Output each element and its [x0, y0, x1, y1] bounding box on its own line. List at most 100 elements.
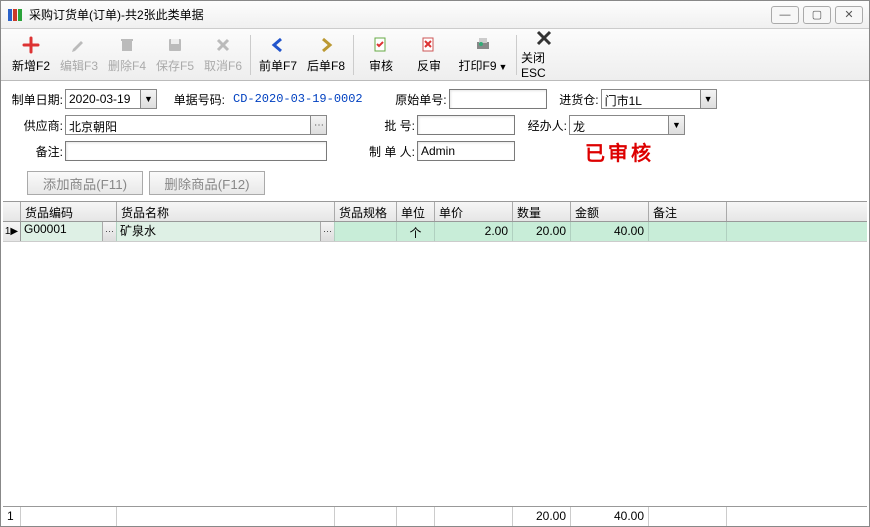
items-grid: 货品编码货品名称货品规格单位单价数量金额备注 1▶ G00001⋯ 矿泉水⋯ 个…	[3, 201, 867, 526]
ellipsis-icon[interactable]: ⋯	[102, 222, 116, 241]
plus-icon	[21, 35, 41, 55]
maximize-button[interactable]: ▢	[803, 6, 831, 24]
supplier-lookup[interactable]: 北京朝阳 ⋯	[65, 115, 327, 135]
docno-value: CD-2020-03-19-0002	[233, 92, 363, 106]
close-icon	[534, 29, 554, 47]
print-label: 打印F9▼	[459, 57, 508, 74]
delete-button[interactable]: 删除F4	[103, 31, 151, 79]
date-label: 制单日期:	[11, 91, 63, 108]
col-code[interactable]: 货品编码	[21, 202, 117, 221]
col-unit[interactable]: 单位	[397, 202, 435, 221]
cancel-icon	[213, 35, 233, 55]
chevron-down-icon[interactable]: ▼	[140, 90, 156, 108]
operator-label: 经办人:	[523, 117, 567, 134]
remark-input[interactable]	[65, 141, 327, 161]
app-icon	[7, 7, 23, 23]
delete-item-button[interactable]: 删除商品(F12)	[149, 171, 265, 195]
close-button-toolbar[interactable]: 关闭ESC	[520, 31, 568, 79]
print-button[interactable]: 打印F9▼	[453, 31, 513, 79]
cell-remark[interactable]	[649, 222, 727, 241]
row-indicator-icon: 1▶	[3, 222, 21, 241]
footer-amount: 40.00	[571, 507, 649, 526]
unaudit-button[interactable]: 反审	[405, 31, 453, 79]
cell-code[interactable]: G00001⋯	[21, 222, 117, 241]
table-row[interactable]: 1▶ G00001⋯ 矿泉水⋯ 个 2.00 20.00 40.00	[3, 222, 867, 242]
cancel-label: 取消F6	[204, 57, 242, 74]
prev-button[interactable]: 前单F7	[254, 31, 302, 79]
grid-header: 货品编码货品名称货品规格单位单价数量金额备注	[3, 202, 867, 222]
titlebar: 采购订货单(订单)-共2张此类单据 — ▢ ✕	[1, 1, 869, 29]
operator-combo[interactable]: 龙 ▼	[569, 115, 685, 135]
delete-icon	[117, 35, 137, 55]
audit-stamp: 已审核	[585, 137, 654, 166]
edit-label: 编辑F3	[60, 57, 98, 74]
next-label: 后单F8	[307, 57, 345, 74]
toolbar: 新增F2 编辑F3 删除F4 保存F5 取消F6 前单F7 后单F8	[1, 29, 869, 81]
warehouse-label: 进货仓:	[555, 91, 599, 108]
ellipsis-icon[interactable]: ⋯	[320, 222, 334, 241]
toolbar-separator	[516, 35, 517, 75]
col-remark[interactable]: 备注	[649, 202, 727, 221]
grid-body[interactable]: 1▶ G00001⋯ 矿泉水⋯ 个 2.00 20.00 40.00	[3, 222, 867, 506]
col-spec[interactable]: 货品规格	[335, 202, 397, 221]
chevron-down-icon[interactable]: ▼	[700, 90, 716, 108]
batch-input[interactable]	[417, 115, 515, 135]
operator-value: 龙	[570, 116, 668, 134]
print-icon	[473, 35, 493, 55]
unaudit-icon	[419, 35, 439, 55]
delete-label: 删除F4	[108, 57, 146, 74]
orig-label: 原始单号:	[391, 91, 447, 108]
col-name[interactable]: 货品名称	[117, 202, 335, 221]
date-combo[interactable]: 2020-03-19 ▼	[65, 89, 157, 109]
footer-qty: 20.00	[513, 507, 571, 526]
cell-price[interactable]: 2.00	[435, 222, 513, 241]
next-icon	[316, 35, 336, 55]
chevron-down-icon: ▼	[499, 62, 508, 72]
audit-button[interactable]: 审核	[357, 31, 405, 79]
form-area: 制单日期: 2020-03-19 ▼ 单据号码: CD-2020-03-19-0…	[1, 81, 869, 169]
new-label: 新增F2	[12, 57, 50, 74]
cancel-button[interactable]: 取消F6	[199, 31, 247, 79]
warehouse-value: 门市1L	[602, 90, 700, 108]
supplier-label: 供应商:	[11, 117, 63, 134]
orig-input[interactable]	[449, 89, 547, 109]
save-button[interactable]: 保存F5	[151, 31, 199, 79]
ellipsis-icon[interactable]: ⋯	[310, 116, 326, 134]
grid-footer: 1 20.0040.00	[3, 506, 867, 526]
close-button[interactable]: ✕	[835, 6, 863, 24]
cell-spec[interactable]	[335, 222, 397, 241]
window-controls: — ▢ ✕	[771, 6, 863, 24]
minimize-button[interactable]: —	[771, 6, 799, 24]
next-button[interactable]: 后单F8	[302, 31, 350, 79]
batch-label: 批 号:	[359, 117, 415, 134]
maker-label: 制 单 人:	[359, 143, 415, 160]
date-value: 2020-03-19	[66, 90, 140, 108]
col-amount[interactable]: 金额	[571, 202, 649, 221]
main-window: 采购订货单(订单)-共2张此类单据 — ▢ ✕ 新增F2 编辑F3 删除F4 保…	[0, 0, 870, 527]
edit-button[interactable]: 编辑F3	[55, 31, 103, 79]
chevron-down-icon[interactable]: ▼	[668, 116, 684, 134]
add-item-button[interactable]: 添加商品(F11)	[27, 171, 143, 195]
col-price[interactable]: 单价	[435, 202, 513, 221]
row-selector-header	[3, 202, 21, 221]
new-button[interactable]: 新增F2	[7, 31, 55, 79]
col-qty[interactable]: 数量	[513, 202, 571, 221]
prev-label: 前单F7	[259, 57, 297, 74]
docno-label: 单据号码:	[165, 91, 225, 108]
toolbar-separator	[250, 35, 251, 75]
maker-input[interactable]	[417, 141, 515, 161]
item-buttons: 添加商品(F11) 删除商品(F12)	[1, 169, 869, 201]
supplier-value: 北京朝阳	[66, 116, 310, 134]
cell-amount[interactable]: 40.00	[571, 222, 649, 241]
cell-qty[interactable]: 20.00	[513, 222, 571, 241]
save-label: 保存F5	[156, 57, 194, 74]
warehouse-combo[interactable]: 门市1L ▼	[601, 89, 717, 109]
cell-unit[interactable]: 个	[397, 222, 435, 241]
toolbar-separator	[353, 35, 354, 75]
remark-label: 备注:	[11, 143, 63, 160]
close-label: 关闭ESC	[521, 49, 567, 80]
footer-rownum: 1	[3, 507, 21, 526]
cell-name[interactable]: 矿泉水⋯	[117, 222, 335, 241]
prev-icon	[268, 35, 288, 55]
unaudit-label: 反审	[417, 57, 441, 74]
